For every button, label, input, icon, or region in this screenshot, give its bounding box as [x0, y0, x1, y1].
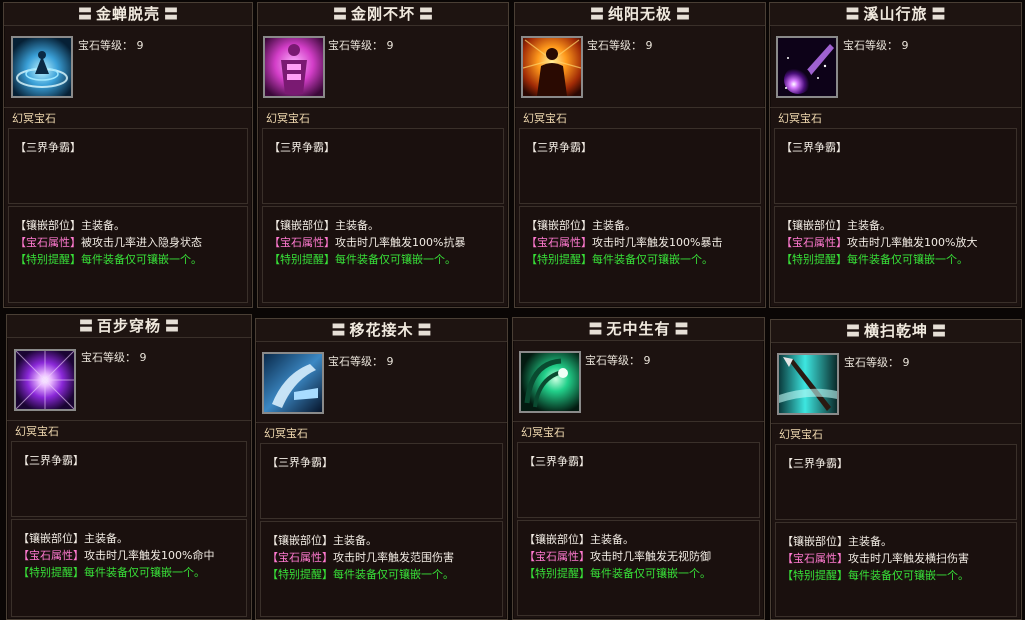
info-box: 【镶嵌部位】主装备。 【宝石属性】攻击时几率触发横扫伤害 【特别提醒】每件装备仅… — [775, 522, 1017, 617]
gem-attribute: 被攻击几率进入隐身状态 — [81, 236, 202, 249]
gem-card-4: 〓溪山行旅〓 宝石等级： 9 幻冥宝石 【三界争霸】 【镶嵌部位】主装备。 【宝… — [769, 2, 1022, 308]
gem-card-5: 〓百步穿杨〓 宝石等级： 9 幻冥宝石 【三界争霸】 【镶嵌部位】主装备。 【宝… — [6, 314, 252, 620]
gem-name: 幻冥宝石 — [12, 112, 56, 125]
cyan-spear-slash-icon — [777, 353, 839, 415]
fiery-silhouette-icon — [521, 36, 583, 98]
gem-attribute: 攻击时几率触发100%暴击 — [592, 236, 723, 249]
purple-comet-icon — [776, 36, 838, 98]
info-box: 【镶嵌部位】主装备。 【宝石属性】攻击时几率触发100%命中 【特别提醒】每件装… — [11, 519, 247, 617]
gem-name: 幻冥宝石 — [264, 427, 308, 440]
realm-box: 【三界争霸】 — [517, 442, 760, 518]
gem-card-2: 〓金刚不坏〓 宝石等级： 9 幻冥宝石 【三界争霸】 【镶嵌部位】主装备。 【宝… — [257, 2, 509, 308]
gem-card-1: 〓金蝉脱壳〓 宝石等级： 9 幻冥宝石 【三界争霸】 【镶嵌部位】主装备。 【宝… — [3, 2, 253, 308]
card-title: 〓横扫乾坤〓 — [771, 320, 1021, 343]
gem-name: 幻冥宝石 — [15, 425, 59, 438]
gem-name: 幻冥宝石 — [779, 428, 823, 441]
info-box: 【镶嵌部位】主装备。 【宝石属性】攻击时几率触发无视防御 【特别提醒】每件装备仅… — [517, 520, 760, 616]
realm-box: 【三界争霸】 — [774, 128, 1017, 204]
gem-card-3: 〓纯阳无极〓 宝石等级： 9 幻冥宝石 【三界争霸】 【镶嵌部位】主装备。 【宝… — [514, 2, 766, 308]
gem-level: 宝石等级： 9 — [587, 39, 653, 52]
card-title: 〓移花接木〓 — [256, 319, 507, 342]
gem-name: 幻冥宝石 — [266, 112, 310, 125]
gem-level: 宝石等级： 9 — [78, 39, 144, 52]
gem-attribute: 攻击时几率触发横扫伤害 — [848, 552, 969, 565]
realm-label: 【三界争霸】 — [782, 457, 848, 470]
card-title: 〓溪山行旅〓 — [770, 3, 1021, 26]
gem-attribute: 攻击时几率触发无视防御 — [590, 550, 711, 563]
card-title: 〓金蝉脱壳〓 — [4, 3, 252, 26]
gem-name: 幻冥宝石 — [521, 426, 565, 439]
meditation-vortex-icon — [11, 36, 73, 98]
info-box: 【镶嵌部位】主装备。 【宝石属性】攻击时几率触发100%暴击 【特别提醒】每件装… — [519, 206, 761, 303]
card-title: 〓金刚不坏〓 — [258, 3, 508, 26]
gem-name: 幻冥宝石 — [523, 112, 567, 125]
gem-level: 宝石等级： 9 — [843, 39, 909, 52]
info-box: 【镶嵌部位】主装备。 【宝石属性】被攻击几率进入隐身状态 【特别提醒】每件装备仅… — [8, 206, 248, 303]
pink-armored-figure-icon — [263, 36, 325, 98]
realm-box: 【三界争霸】 — [260, 443, 503, 519]
realm-label: 【三界争霸】 — [526, 141, 592, 154]
realm-box: 【三界争霸】 — [11, 441, 247, 517]
realm-box: 【三界争霸】 — [775, 444, 1017, 520]
gem-card-8: 〓横扫乾坤〓 宝石等级： 9 幻冥宝石 【三界争霸】 【镶嵌部位】主装备。 【宝… — [770, 319, 1022, 620]
gem-attribute: 攻击时几率触发100%命中 — [84, 549, 215, 562]
card-title: 〓纯阳无极〓 — [515, 3, 765, 26]
gem-level: 宝石等级： 9 — [585, 354, 651, 367]
realm-box: 【三界争霸】 — [8, 128, 248, 204]
info-box: 【镶嵌部位】主装备。 【宝石属性】攻击时几率触发范围伤害 【特别提醒】每件装备仅… — [260, 521, 503, 617]
gem-card-7: 〓无中生有〓 宝石等级： 9 幻冥宝石 【三界争霸】 【镶嵌部位】主装备。 【宝… — [512, 317, 765, 620]
realm-label: 【三界争霸】 — [15, 141, 81, 154]
info-box: 【镶嵌部位】主装备。 【宝石属性】攻击时几率触发100%放大 【特别提醒】每件装… — [774, 206, 1017, 303]
gem-level: 宝石等级： 9 — [328, 355, 394, 368]
gem-level: 宝石等级： 9 — [844, 356, 910, 369]
info-box: 【镶嵌部位】主装备。 【宝石属性】攻击时几率触发100%抗暴 【特别提醒】每件装… — [262, 206, 504, 303]
realm-box: 【三界争霸】 — [262, 128, 504, 204]
gem-attribute: 攻击时几率触发100%抗暴 — [335, 236, 466, 249]
gem-card-6: 〓移花接木〓 宝石等级： 9 幻冥宝石 【三界争霸】 【镶嵌部位】主装备。 【宝… — [255, 318, 508, 620]
card-title: 〓无中生有〓 — [513, 318, 764, 341]
gem-name: 幻冥宝石 — [778, 112, 822, 125]
gem-level: 宝石等级： 9 — [328, 39, 394, 52]
realm-label: 【三界争霸】 — [18, 454, 84, 467]
realm-label: 【三界争霸】 — [269, 141, 335, 154]
realm-label: 【三界争霸】 — [267, 456, 333, 469]
card-title: 〓百步穿杨〓 — [7, 315, 251, 338]
green-spiral-icon — [519, 351, 581, 413]
gem-attribute: 攻击时几率触发范围伤害 — [333, 551, 454, 564]
frost-gauntlet-icon — [262, 352, 324, 414]
realm-label: 【三界争霸】 — [781, 141, 847, 154]
gem-attribute: 攻击时几率触发100%放大 — [847, 236, 978, 249]
purple-burst-orb-icon — [14, 349, 76, 411]
gem-level: 宝石等级： 9 — [81, 351, 147, 364]
realm-label: 【三界争霸】 — [524, 455, 590, 468]
realm-box: 【三界争霸】 — [519, 128, 761, 204]
